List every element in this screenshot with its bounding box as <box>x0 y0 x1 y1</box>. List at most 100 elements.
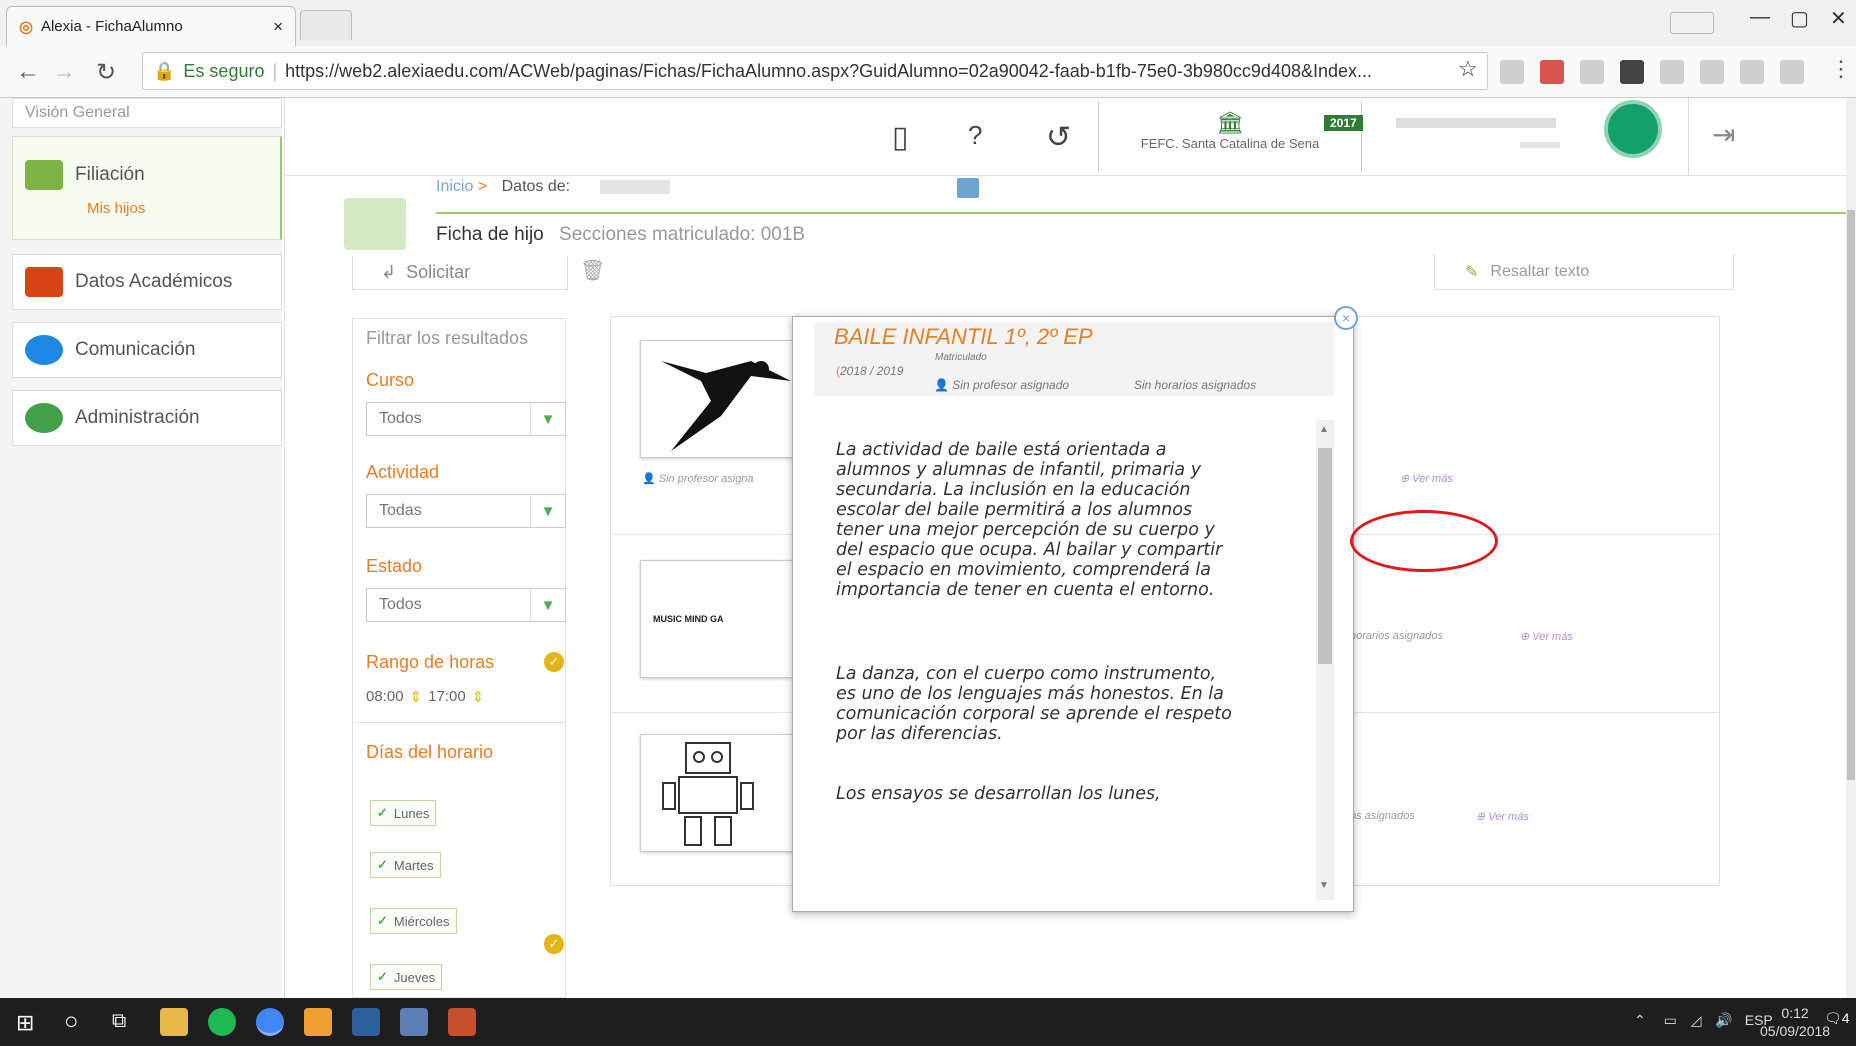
task-view-icon[interactable]: ⧉ <box>112 1010 126 1033</box>
checkbox-jueves[interactable]: ✓ Jueves <box>370 964 443 990</box>
extension-icon[interactable] <box>1620 60 1644 84</box>
sidebar-item-comunicacion[interactable]: Comunicación <box>12 322 282 378</box>
extension-icon[interactable] <box>1660 60 1684 84</box>
outlook-icon[interactable] <box>448 1008 476 1036</box>
file-explorer-icon[interactable] <box>160 1008 188 1036</box>
stepper-icon[interactable]: ⇕ <box>410 688 423 706</box>
page-scrollbar-thumb[interactable] <box>1847 210 1855 780</box>
scroll-up-icon[interactable]: ▲ <box>1319 424 1329 435</box>
school-selector[interactable]: 🏛 FEFC. Santa Catalina de Sena <box>1098 102 1362 172</box>
solicitar-button[interactable]: ↲ Solicitar <box>352 256 568 290</box>
scroll-down-icon[interactable]: ▼ <box>1319 880 1329 891</box>
extension-icon[interactable] <box>1580 60 1604 84</box>
tablet-icon[interactable]: ▯ <box>892 120 909 155</box>
extension-icon[interactable] <box>1780 60 1804 84</box>
battery-icon[interactable]: ▭ <box>1664 1012 1677 1028</box>
maximize-icon[interactable]: ▢ <box>1790 6 1809 31</box>
extension-icon[interactable] <box>1740 60 1764 84</box>
minimize-icon[interactable]: — <box>1750 6 1770 29</box>
sidebar-item-filiacion[interactable]: Filiación Mis hijos <box>12 136 282 240</box>
solicitar-label: Solicitar <box>406 262 471 282</box>
logout-icon[interactable]: ⇥ <box>1712 118 1735 151</box>
chevron-up-icon[interactable]: ⌃ <box>1634 1012 1646 1028</box>
checkbox-check-icon: ✓ <box>377 969 388 984</box>
row1-prof-text: Sin profesor asigna <box>658 473 754 485</box>
extension-icon[interactable] <box>1540 60 1564 84</box>
checkbox-check-icon: ✓ <box>377 805 388 820</box>
activity-image-baile[interactable] <box>640 340 800 458</box>
popup-profesor: 👤 Sin profesor asignado <box>934 378 1069 392</box>
hora-fin-input[interactable]: 17:00 <box>428 688 466 706</box>
checkbox-miercoles[interactable]: ✓ Miércoles <box>370 908 457 934</box>
checkbox-martes[interactable]: ✓ Martes <box>370 852 441 878</box>
user-name <box>1396 118 1556 128</box>
sidebar-subitem-mis-hijos[interactable]: Mis hijos <box>87 200 145 217</box>
search-icon[interactable]: ○ <box>64 1008 79 1036</box>
activity-image-music-mind[interactable]: MUSIC MIND GA <box>640 560 800 678</box>
estado-value: Todos <box>379 596 422 613</box>
institution-icon: 🏛 <box>1216 110 1244 135</box>
trash-icon[interactable]: 🗑 <box>580 258 605 283</box>
close-icon[interactable]: × <box>1334 306 1358 330</box>
window-close-icon[interactable]: ✕ <box>1830 6 1847 31</box>
photoshop-icon[interactable] <box>352 1008 380 1036</box>
mail-icon[interactable] <box>304 1008 332 1036</box>
checkbox-lunes[interactable]: ✓ Lunes <box>370 800 437 826</box>
actividad-label: Actividad <box>366 462 440 482</box>
time-range: 08:00 ⇕ 17:00 ⇕ <box>366 688 484 706</box>
clock[interactable]: 0:12 05/09/2018 <box>1760 1004 1830 1040</box>
popup-title: BAILE INFANTIL 1º, 2º EP <box>834 324 1093 349</box>
popup-scrollbar-thumb[interactable] <box>1318 448 1332 664</box>
hora-inicio-input[interactable]: 08:00 <box>366 688 404 706</box>
id-card-icon <box>344 198 406 250</box>
forward-icon[interactable]: → <box>52 58 76 86</box>
sidebar-item-label: Administración <box>75 407 200 428</box>
history-icon[interactable]: ↺ <box>1046 120 1071 155</box>
url-input[interactable]: 🔒 Es seguro | https://web2.alexiaedu.com… <box>142 52 1488 90</box>
app-icon[interactable] <box>400 1008 428 1036</box>
help-icon[interactable]: ? <box>968 120 982 151</box>
spotify-icon[interactable] <box>208 1008 236 1036</box>
checkbox-label: Miércoles <box>393 913 450 929</box>
check-icon[interactable]: ✓ <box>544 934 564 954</box>
back-icon[interactable]: ← <box>16 58 40 86</box>
ver-mas-link[interactable]: ⊕ Ver más <box>1476 810 1529 823</box>
divider <box>284 98 285 998</box>
estado-select[interactable]: Todos ▼ <box>366 588 566 622</box>
checkbox-check-icon: ✓ <box>377 857 388 872</box>
sidebar-item-vision-general[interactable]: Visión General <box>12 98 282 128</box>
filiacion-icon <box>25 159 63 190</box>
volume-icon[interactable]: 🔊 <box>1715 1012 1732 1028</box>
check-icon[interactable]: ✓ <box>544 652 564 672</box>
activity-image-robot[interactable] <box>640 734 800 852</box>
windows-start-icon[interactable]: ⊞ <box>16 1010 34 1036</box>
bookmark-star-icon[interactable]: ☆ <box>1458 56 1478 82</box>
avatar[interactable] <box>1604 100 1662 158</box>
popup-horarios: Sin horarios asignados <box>1134 378 1257 392</box>
browser-menu-icon[interactable]: ⋮ <box>1830 56 1852 82</box>
network-icon[interactable]: ◿ <box>1691 1012 1702 1028</box>
chrome-icon[interactable] <box>256 1008 284 1036</box>
profile-chip[interactable] <box>1670 12 1714 34</box>
ver-mas-link[interactable]: ⊕ Ver más <box>1400 472 1453 485</box>
curso-select[interactable]: Todos ▼ <box>366 402 566 436</box>
request-icon: ↲ <box>381 262 397 282</box>
tab-close-icon[interactable]: × <box>273 17 283 37</box>
resaltar-texto-button[interactable]: ✎ Resaltar texto <box>1434 254 1734 290</box>
stepper-icon[interactable]: ⇕ <box>472 688 485 706</box>
extension-icon[interactable] <box>1700 60 1724 84</box>
actividad-select[interactable]: Todas ▼ <box>366 494 566 528</box>
sidebar-item-datos-academicos[interactable]: Datos Académicos <box>12 254 282 310</box>
reload-icon[interactable]: ↻ <box>96 58 116 87</box>
extension-icon[interactable] <box>1500 60 1524 84</box>
breadcrumb-inicio[interactable]: Inicio <box>436 178 473 195</box>
chevron-down-icon: ▼ <box>530 403 565 435</box>
notification-badge[interactable]: 🗨4 <box>1824 1010 1850 1027</box>
student-dropdown-button[interactable] <box>957 178 979 198</box>
tab-title: Alexia - FichaAlumno <box>40 18 183 35</box>
ver-mas-link[interactable]: ⊕ Ver más <box>1520 630 1573 643</box>
new-tab-button[interactable] <box>300 10 352 40</box>
browser-tab[interactable]: ◎ Alexia - FichaAlumno × <box>6 6 296 46</box>
sidebar-item-administracion[interactable]: Administración <box>12 390 282 446</box>
student-name <box>600 180 670 194</box>
